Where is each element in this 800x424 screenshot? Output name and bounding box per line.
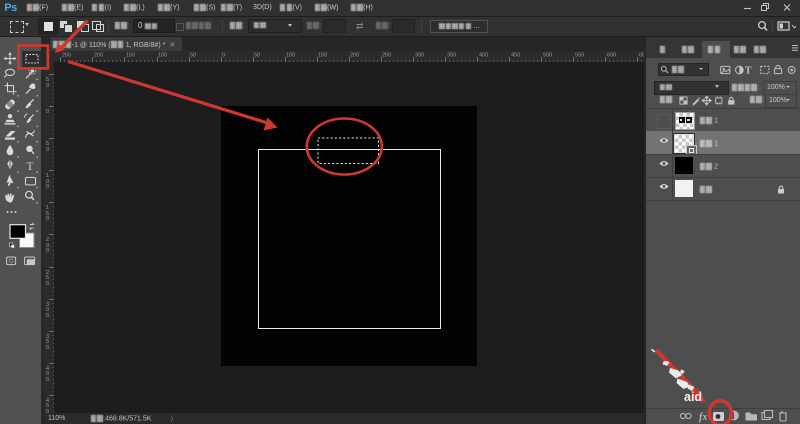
svg-text:aid: aid bbox=[684, 390, 702, 404]
